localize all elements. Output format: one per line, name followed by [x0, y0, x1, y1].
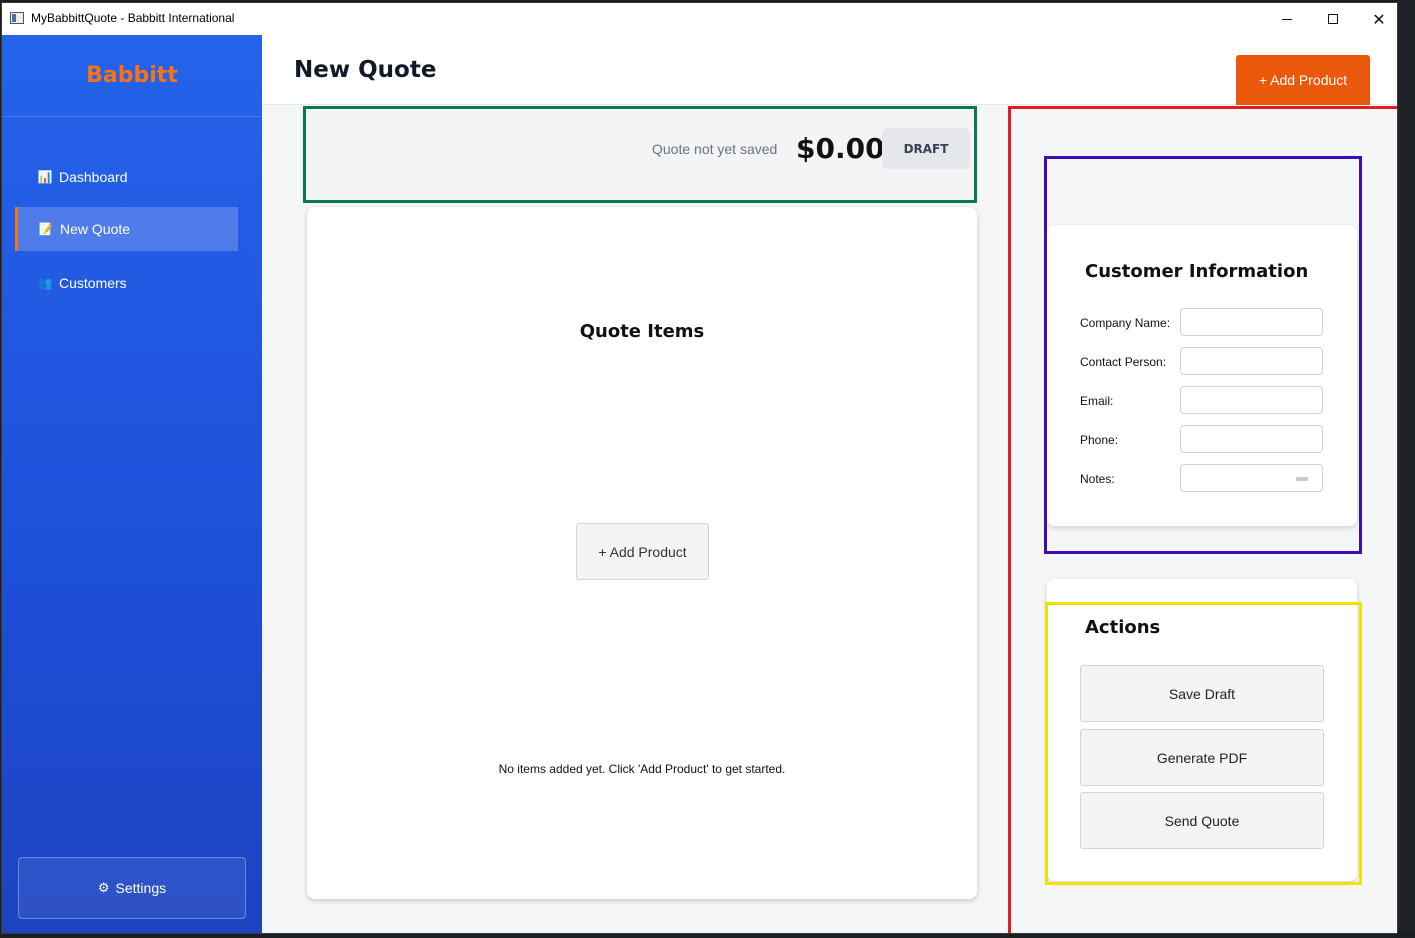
minimize-icon — [1282, 18, 1292, 20]
page-title: New Quote — [294, 57, 437, 83]
brand-logo: Babbitt — [2, 35, 262, 117]
add-product-button[interactable]: + Add Product — [576, 523, 709, 580]
background-window — [1398, 0, 1415, 938]
sidebar-item-dashboard[interactable]: 📊 Dashboard — [15, 155, 238, 199]
settings-label: Settings — [115, 880, 167, 896]
settings-button[interactable]: ⚙ Settings — [18, 857, 246, 919]
chart-icon: 📊 — [37, 170, 53, 184]
quote-items-panel: Quote Items + Add Product No items added… — [307, 207, 977, 899]
page-header: New Quote + Add Product — [262, 35, 1397, 105]
sidebar-item-label: Dashboard — [59, 169, 128, 185]
quote-items-title: Quote Items — [579, 321, 705, 342]
brand-name: Babbitt — [86, 63, 178, 88]
annotation-box-green — [303, 106, 977, 203]
users-icon: 👥 — [37, 276, 53, 290]
sidebar-item-customers[interactable]: 👥 Customers — [15, 261, 238, 305]
memo-icon: 📝 — [38, 222, 54, 236]
minimize-button[interactable] — [1264, 3, 1310, 35]
sidebar-item-label: New Quote — [60, 221, 131, 237]
app-icon — [10, 12, 24, 24]
app-window: MyBabbittQuote - Babbitt International ✕… — [1, 2, 1398, 934]
close-icon: ✕ — [1372, 9, 1386, 29]
sidebar: Babbitt 📊 Dashboard 📝 New Quote 👥 Custom… — [2, 35, 262, 933]
close-button[interactable]: ✕ — [1356, 3, 1397, 35]
maximize-button[interactable] — [1310, 3, 1356, 35]
add-product-header-button[interactable]: + Add Product — [1236, 55, 1370, 105]
sidebar-item-new-quote[interactable]: 📝 New Quote — [15, 207, 238, 251]
title-bar: MyBabbittQuote - Babbitt International ✕ — [2, 3, 1397, 35]
maximize-icon — [1328, 14, 1338, 24]
annotation-box-yellow — [1045, 602, 1362, 885]
gear-icon: ⚙ — [97, 880, 110, 895]
main-content: New Quote + Add Product Quote not yet sa… — [262, 35, 1397, 933]
empty-state-message: No items added yet. Click 'Add Product' … — [498, 762, 786, 776]
sidebar-item-label: Customers — [59, 275, 127, 291]
window-title: MyBabbittQuote - Babbitt International — [31, 11, 235, 25]
annotation-box-purple — [1044, 156, 1362, 554]
